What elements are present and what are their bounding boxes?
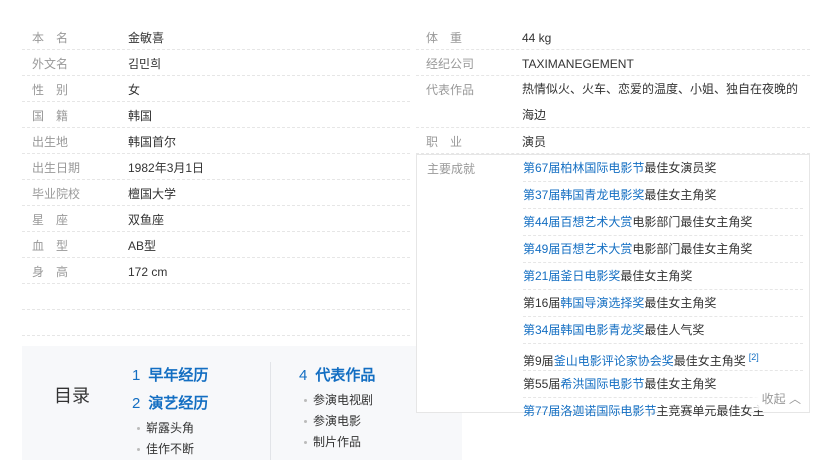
info-value: TAXIMANEGEMENT — [522, 57, 634, 71]
achievement-prefix: 第9届 — [523, 354, 554, 368]
toc-subsection[interactable]: 崭露头角 — [132, 418, 208, 439]
achievement-suffix: 电影部门最佳女主角奖 — [632, 242, 753, 256]
info-value: 1982年3月1日 — [128, 161, 205, 175]
achievement-suffix: 最佳人气奖 — [644, 323, 705, 337]
achievement-prefix: 第55届 — [523, 377, 561, 391]
info-label: 毕业院校 — [32, 187, 81, 201]
achievement-suffix: 最佳女主角奖 — [644, 188, 717, 202]
achievement-suffix: 电影部门最佳女主角奖 — [632, 215, 753, 229]
achievement-item: 第21届釜日电影奖最佳女主角奖 — [523, 263, 803, 290]
achievement-link[interactable]: 第21届釜日电影奖 — [523, 269, 620, 283]
achievement-link[interactable]: 第34届韩国电影青龙奖 — [523, 323, 644, 337]
info-row: 国 籍 韩国 — [22, 102, 410, 128]
info-label: 性 别 — [32, 83, 69, 97]
info-row: 星 座 双鱼座 — [22, 206, 410, 232]
toc-column-2: 4 代表作品 参演电视剧 参演电影 制片作品 — [270, 362, 375, 460]
toc-title: 目录 — [54, 386, 90, 406]
info-row-occupation: 职 业 演员 — [416, 128, 810, 154]
achievement-item: 第34届韩国电影青龙奖最佳人气奖 — [523, 317, 803, 344]
info-row: 出生地 韩国首尔 — [22, 128, 410, 154]
info-label: 身 高 — [32, 265, 69, 279]
info-label: 体 重 — [426, 31, 463, 45]
info-value: 演员 — [522, 135, 547, 149]
achievement-prefix: 第16届 — [523, 296, 561, 310]
achievements-label: 主要成就 — [427, 162, 476, 176]
info-value: 金敏喜 — [128, 31, 165, 45]
toc-section-2[interactable]: 2 演艺经历 — [132, 390, 208, 418]
info-label: 星 座 — [32, 213, 69, 227]
info-value-link[interactable]: 韩国 — [128, 109, 152, 123]
achievement-item: 第9届釜山电影评论家协会奖最佳女主角奖 [2] — [523, 344, 803, 371]
achievement-link[interactable]: 第49届百想艺术大赏 — [523, 242, 632, 256]
info-label: 外文名 — [32, 57, 69, 71]
info-row-weight: 体 重 44 kg — [416, 24, 810, 50]
achievement-link[interactable]: 第67届柏林国际电影节 — [523, 161, 644, 175]
info-value: 44 kg — [522, 31, 552, 45]
achievement-link[interactable]: 第77届洛迦诺国际电影节 — [523, 404, 656, 418]
info-row: 性 别女 — [22, 76, 410, 102]
achievement-item: 第67届柏林国际电影节最佳女演员奖 — [523, 155, 803, 182]
toc-subsection[interactable]: 佳作不断 — [132, 439, 208, 460]
info-label: 经纪公司 — [426, 57, 475, 71]
toc-subsection[interactable]: 参演电影 — [299, 411, 375, 432]
toc-section-4[interactable]: 4 代表作品 — [299, 362, 375, 390]
achievement-suffix: 最佳女演员奖 — [644, 161, 717, 175]
info-label: 血 型 — [32, 239, 69, 253]
info-row: 身 高 172 cm — [22, 258, 410, 284]
info-value: 김민희 — [128, 57, 162, 71]
achievement-link[interactable]: 第37届韩国青龙电影奖 — [523, 188, 644, 202]
achievement-suffix: 最佳女主角奖 — [644, 377, 717, 391]
works-link[interactable]: 热情似火、火车、恋爱的温度、小姐、独自在夜晚的海边 — [522, 76, 804, 128]
achievements-list: 第67届柏林国际电影节最佳女演员奖 第37届韩国青龙电影奖最佳女主角奖 第44届百想… — [523, 155, 803, 424]
info-row-agency: 经纪公司 TAXIMANEGEMENT — [416, 50, 810, 76]
info-row: 血 型 AB型 — [22, 232, 410, 258]
achievement-item: 第37届韩国青龙电影奖最佳女主角奖 — [523, 182, 803, 209]
info-label: 出生地 — [32, 135, 69, 149]
achievement-suffix: 最佳女主角奖 — [673, 354, 746, 368]
achievement-item: 第49届百想艺术大赏电影部门最佳女主角奖 — [523, 236, 803, 263]
table-of-contents: 目录 1 早年经历 2 演艺经历 崭露头角 佳作不断 4 代表作品 参演电视剧 参演电… — [22, 346, 462, 460]
info-label: 职 业 — [426, 135, 463, 149]
empty-row — [22, 284, 410, 310]
info-row: 毕业院校 檀国大学 — [22, 180, 410, 206]
reference-link[interactable]: [2] — [749, 352, 759, 362]
info-value-link[interactable]: 檀国大学 — [128, 187, 176, 201]
info-row: 出生日期 1982年3月1日 — [22, 154, 410, 180]
info-label: 本 名 — [32, 31, 69, 45]
achievement-suffix: 最佳女主角奖 — [644, 296, 717, 310]
achievement-link[interactable]: 希洪国际电影节 — [560, 377, 644, 391]
info-value: 韩国首尔 — [128, 135, 177, 149]
achievement-link[interactable]: 第44届百想艺术大赏 — [523, 215, 632, 229]
info-row: 本 名 金敏喜 — [22, 24, 410, 50]
info-row: 外文名 김민희 — [22, 50, 410, 76]
info-label: 出生日期 — [32, 161, 81, 175]
toc-subsection[interactable]: 制片作品 — [299, 432, 375, 453]
achievement-suffix: 最佳女主角奖 — [620, 269, 693, 283]
achievement-link[interactable]: 釜山电影评论家协会奖 — [554, 354, 674, 368]
toc-section-1[interactable]: 1 早年经历 — [132, 362, 208, 390]
achievement-link[interactable]: 韩国导演选择奖 — [560, 296, 644, 310]
info-row-works: 代表作品 热情似火、火车、恋爱的温度、小姐、独自在夜晚的海边 — [416, 76, 810, 128]
toc-column-1: 1 早年经历 2 演艺经历 崭露头角 佳作不断 — [132, 362, 208, 460]
achievement-item: 第44届百想艺术大赏电影部门最佳女主角奖 — [523, 209, 803, 236]
basic-info-left: 本 名 金敏喜外文名 김민희 性 别 女国 籍 韩国出生地 韩国首尔出生日期 1982年3月1… — [22, 24, 410, 284]
achievement-item: 第16届韩国导演选择奖最佳女主角奖 — [523, 290, 803, 317]
toc-subsection[interactable]: 参演电视剧 — [299, 390, 375, 411]
info-value-link[interactable]: 双鱼座 — [128, 213, 164, 227]
info-value: AB型 — [128, 239, 157, 253]
collapse-button[interactable]: 收起 ︿ — [747, 388, 805, 410]
empty-row — [22, 310, 410, 336]
achievements-panel: 主要成就 第67届柏林国际电影节最佳女演员奖 第37届韩国青龙电影奖最佳女主角奖第… — [416, 154, 810, 418]
info-label: 国 籍 — [32, 109, 69, 123]
info-label: 代表作品 — [426, 83, 475, 97]
info-value: 172 cm — [128, 265, 168, 279]
info-value: 女 — [128, 83, 141, 97]
basic-info-right: 体 重 44 kg 经纪公司 TAXIMANEGEMENT 代表作品 热情似火、… — [416, 24, 810, 154]
